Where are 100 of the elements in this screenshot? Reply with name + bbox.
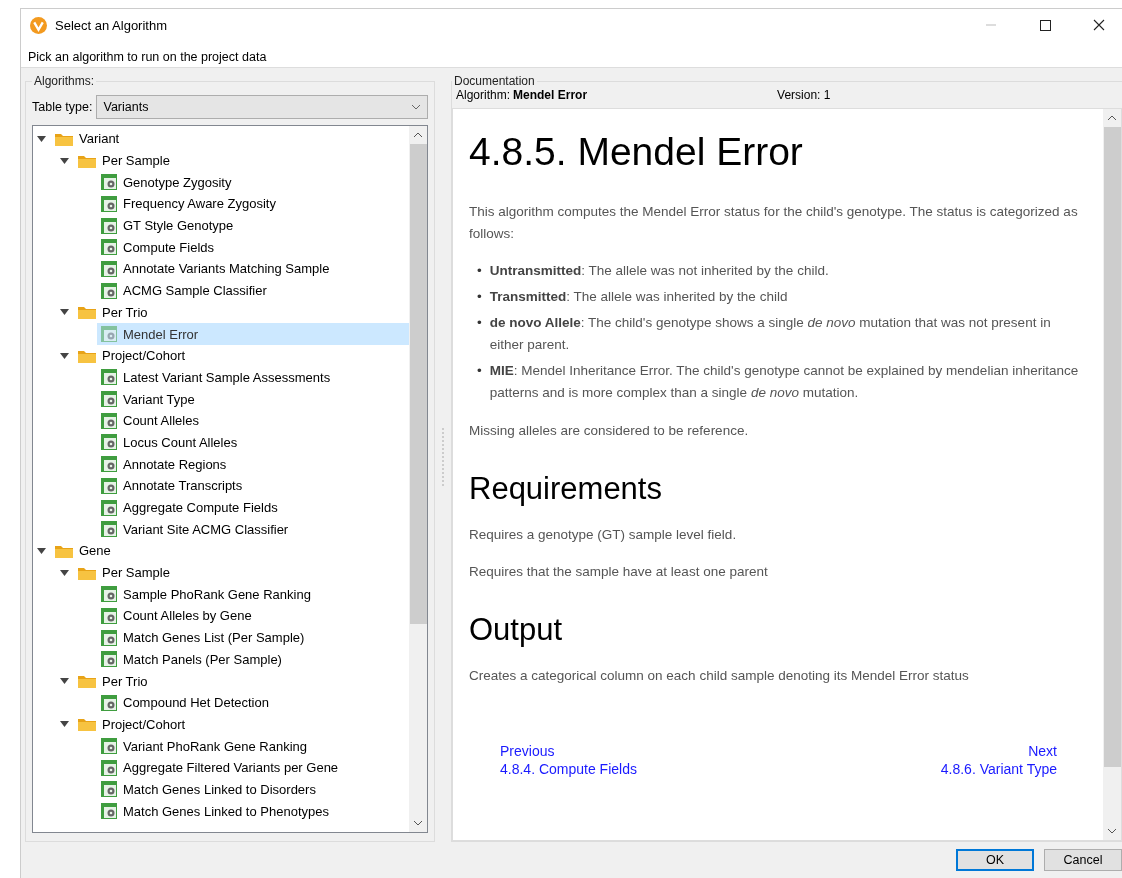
tree-item[interactable]: Match Genes Linked to Phenotypes <box>97 800 409 822</box>
close-icon <box>1093 19 1105 31</box>
doc-paragraph: Requires that the sample have at least one parent <box>469 563 769 581</box>
algorithm-icon <box>101 759 117 776</box>
algorithm-icon <box>101 195 117 212</box>
tree-folder[interactable]: Project/Cohort <box>74 344 409 367</box>
folder-icon <box>55 543 73 558</box>
tree-item[interactable]: Annotate Transcripts <box>97 475 409 497</box>
tree-item[interactable]: Mendel Error <box>97 323 409 345</box>
tree-folder[interactable]: Variant <box>51 128 409 150</box>
doc-paragraph: Creates a categorical column on each child sample denoting its Mendel Error status <box>469 667 970 685</box>
tree-scrollbar[interactable] <box>409 126 427 832</box>
tree-folder[interactable]: Project/Cohort <box>74 713 409 736</box>
maximize-icon <box>1039 19 1051 31</box>
algorithm-icon <box>101 738 117 755</box>
algorithm-icon <box>101 629 117 646</box>
folder-icon <box>78 565 96 580</box>
bullet-marker: • <box>477 314 482 332</box>
folder-icon <box>78 348 96 363</box>
bullet-marker: • <box>477 362 482 380</box>
dialog-button[interactable]: Cancel <box>1044 849 1122 871</box>
app-logo-icon <box>30 16 47 34</box>
tree-item[interactable]: Latest Variant Sample Assessments <box>97 366 409 389</box>
algorithm-icon <box>101 456 117 473</box>
algorithm-icon <box>101 282 117 299</box>
tree-item[interactable]: Match Genes List (Per Sample) <box>97 626 409 649</box>
tree-item[interactable]: Count Alleles <box>97 409 409 432</box>
algorithm-icon <box>101 586 117 603</box>
tree-item[interactable]: Sample PhoRank Gene Ranking <box>97 583 409 606</box>
tree-folder[interactable]: Per Sample <box>74 561 409 584</box>
next-link[interactable]: Next <box>1028 742 1057 760</box>
tree-item[interactable]: Count Alleles by Gene <box>97 605 409 627</box>
algorithm-icon <box>101 651 117 668</box>
doc-heading: 4.8.5. Mendel Error <box>469 129 804 175</box>
expand-caret-icon[interactable] <box>60 721 69 728</box>
doc-bullet: MIE: Mendel Inheritance Error. The child's genotype cannot be explained by mendelian inheritance patterns and is more complex than a single de novo mutation. <box>489 362 1080 402</box>
dropdown-chevron-icon <box>411 104 421 110</box>
tree-item[interactable]: Variant PhoRank Gene Ranking <box>97 735 409 757</box>
previous-page-link[interactable]: 4.8.4. Compute Fields <box>500 760 637 778</box>
tree-item[interactable]: Genotype Zygosity <box>97 171 409 194</box>
doc-subheading: Requirements <box>469 470 663 508</box>
tree-item[interactable]: Aggregate Filtered Variants per Gene <box>97 756 409 779</box>
folder-icon <box>78 305 96 320</box>
prompt-text: Pick an algorithm to run on the project data <box>21 41 1122 68</box>
folder-icon <box>78 153 96 168</box>
tree-item[interactable]: Frequency Aware Zygosity <box>97 193 409 215</box>
tree-item[interactable]: Variant Site ACMG Classifier <box>97 518 409 541</box>
previous-link[interactable]: Previous <box>500 742 555 760</box>
algorithm-icon <box>101 412 117 429</box>
doc-paragraph: Requires a genotype (GT) sample level field. <box>469 526 738 544</box>
version-text: Version: 1 <box>777 88 831 102</box>
tree-item[interactable]: Aggregate Compute Fields <box>97 496 409 519</box>
dialog-button[interactable]: OK <box>956 849 1034 871</box>
table-type-label: Table type: <box>32 100 93 114</box>
algorithm-label: Algorithm: <box>456 88 511 102</box>
algorithm-icon <box>101 499 117 516</box>
tree-item[interactable]: Annotate Variants Matching Sample <box>97 258 409 280</box>
folder-icon <box>55 131 73 146</box>
next-page-link[interactable]: 4.8.6. Variant Type <box>940 760 1057 778</box>
algorithm-icon <box>101 781 117 798</box>
algorithm-icon <box>101 521 117 538</box>
algorithm-icon <box>101 803 117 820</box>
expand-caret-icon[interactable] <box>60 352 69 359</box>
expand-caret-icon[interactable] <box>60 678 69 685</box>
tree-folder[interactable]: Gene <box>51 540 409 562</box>
algorithm-icon <box>101 369 117 386</box>
expand-caret-icon[interactable] <box>37 135 46 142</box>
expand-caret-icon[interactable] <box>60 157 69 164</box>
tree-item[interactable]: ACMG Sample Classifier <box>97 279 409 302</box>
tree-folder[interactable]: Per Trio <box>74 670 409 692</box>
group-legend: Documentation <box>452 74 537 88</box>
tree-folder[interactable]: Per Trio <box>74 301 409 324</box>
tree-item[interactable]: Match Genes Linked to Disorders <box>97 778 409 801</box>
folder-icon <box>78 717 96 732</box>
algorithm-name: Mendel Error <box>513 88 588 102</box>
tree-item[interactable]: Match Panels (Per Sample) <box>97 648 409 671</box>
group-legend: Algorithms: <box>32 74 97 88</box>
tree-item[interactable]: GT Style Genotype <box>97 214 409 237</box>
expand-caret-icon[interactable] <box>37 547 46 554</box>
expand-caret-icon[interactable] <box>60 569 69 576</box>
algorithm-icon <box>101 477 117 494</box>
algorithm-icon <box>101 434 117 451</box>
tree-item[interactable]: Annotate Regions <box>97 453 409 475</box>
tree-item[interactable]: Variant Type <box>97 388 409 410</box>
algorithm-icon <box>101 260 117 277</box>
expand-caret-icon[interactable] <box>60 309 69 316</box>
tree-item[interactable]: Locus Count Alleles <box>97 431 409 454</box>
table-type-dropdown[interactable]: Variants <box>96 95 428 119</box>
algorithm-icon <box>101 239 117 256</box>
doc-scrollbar[interactable] <box>1103 109 1121 840</box>
doc-subheading: Output <box>469 611 564 649</box>
doc-bullet: Untransmitted: The allele was not inherited by the child. <box>489 262 829 280</box>
algorithm-icon <box>101 607 117 624</box>
algorithm-icon <box>101 694 117 711</box>
folder-icon <box>78 674 96 689</box>
algorithm-icon <box>101 326 117 343</box>
algorithm-icon <box>101 217 117 234</box>
tree-folder[interactable]: Per Sample <box>74 149 409 172</box>
tree-item[interactable]: Compute Fields <box>97 236 409 259</box>
tree-item[interactable]: Compound Het Detection <box>97 691 409 714</box>
